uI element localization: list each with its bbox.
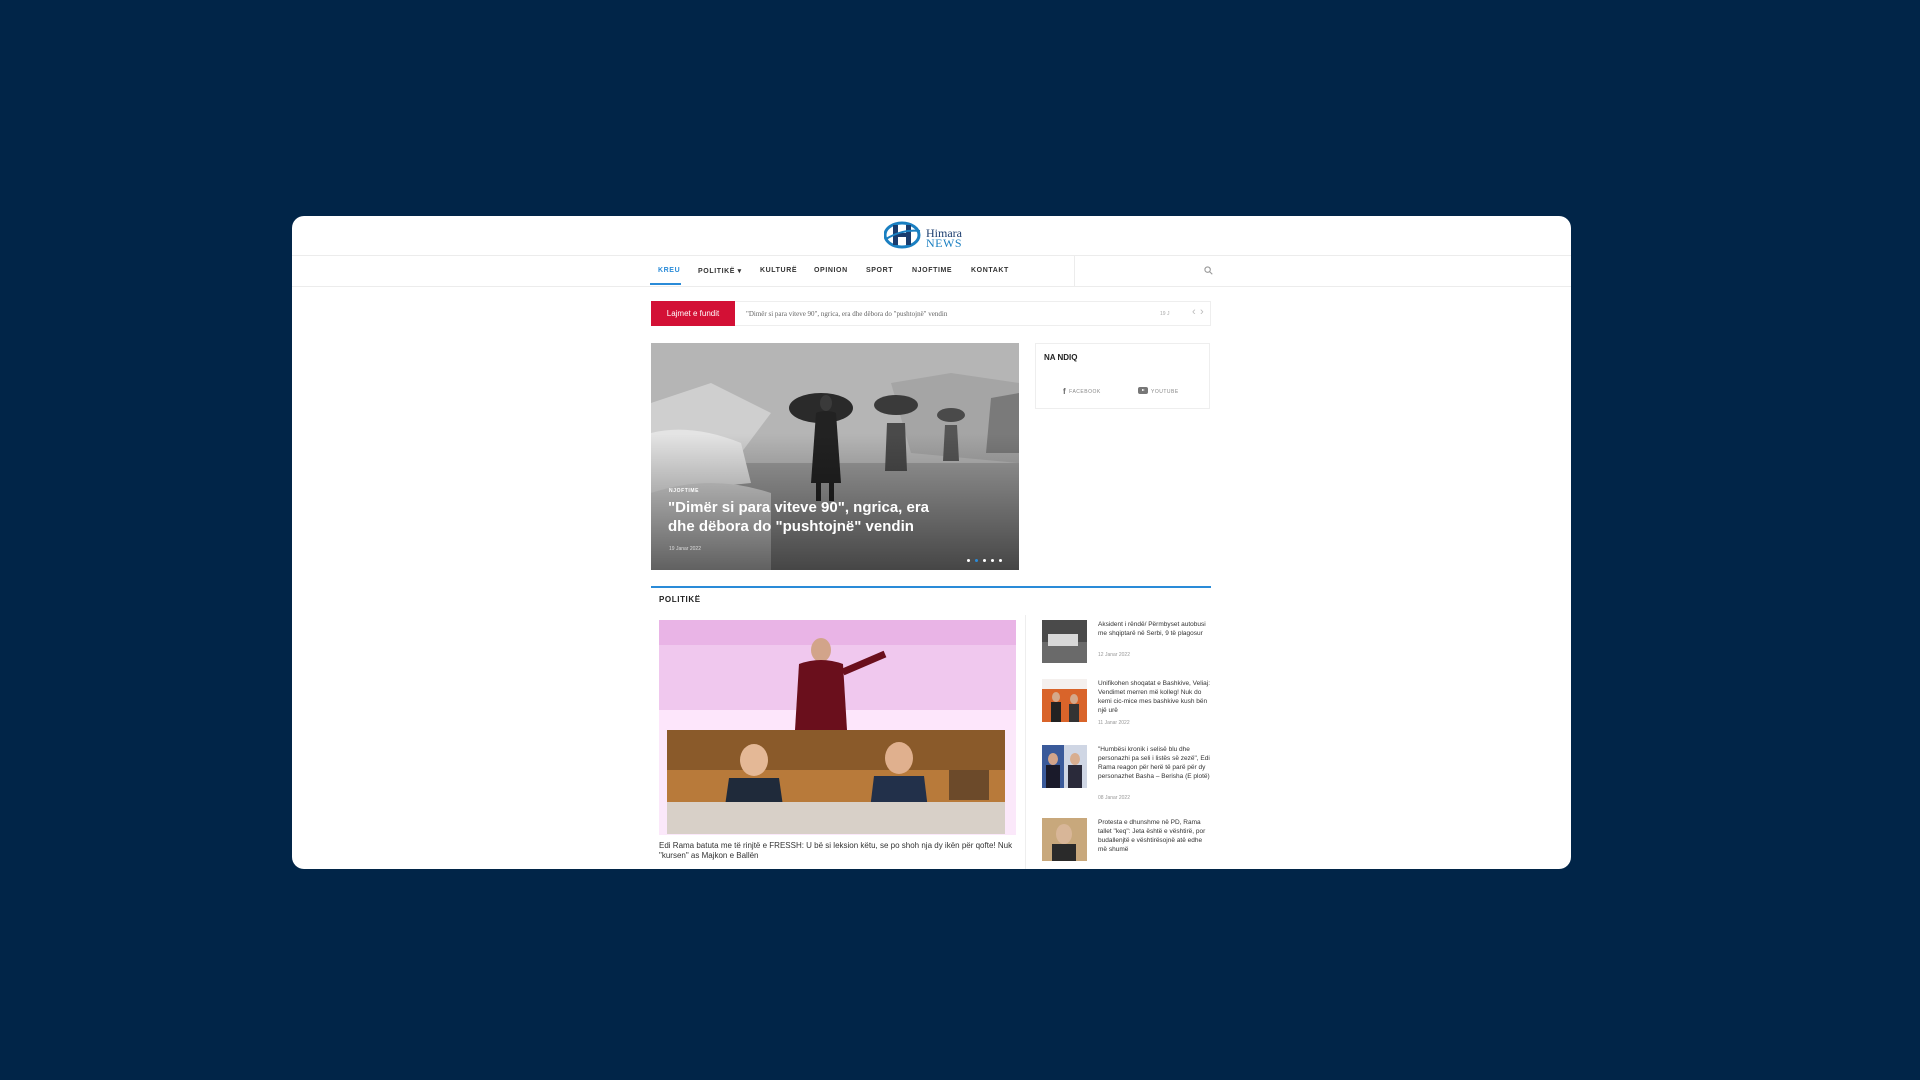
nav-item-njoftime[interactable]: NJOFTIME	[912, 267, 952, 274]
logo-icon	[884, 221, 921, 249]
article-thumbnail	[1042, 745, 1087, 788]
nav-item-kreu[interactable]: KREU	[658, 267, 680, 274]
logo-text-news: NEWS	[926, 236, 962, 250]
facebook-link[interactable]: f FACEBOOK	[1063, 387, 1101, 396]
hero-slider[interactable]: NJOFTIME "Dimër si para viteve 90", ngri…	[651, 343, 1019, 570]
slider-dot[interactable]	[999, 559, 1002, 562]
slider-dot[interactable]	[967, 559, 970, 562]
main-nav: KREU POLITIKË ▾ KULTURË OPINION SPORT NJ…	[292, 256, 1571, 287]
facebook-label: FACEBOOK	[1069, 389, 1101, 395]
article-title[interactable]: Unifikohen shoqatat e Bashkive, Veliaj: …	[1098, 679, 1210, 715]
ticker-headline[interactable]: "Dimër si para viteve 90", ngrica, era d…	[746, 310, 947, 318]
hero-title[interactable]: "Dimër si para viteve 90", ngrica, era d…	[668, 498, 938, 536]
header: Himara NEWS	[292, 216, 1571, 256]
nav-item-kontakt[interactable]: KONTAKT	[971, 267, 1009, 274]
follow-widget: NA NDIQ f FACEBOOK YOUTUBE	[1035, 343, 1210, 409]
nav-item-politike-label: POLITIKË	[698, 268, 736, 275]
youtube-link[interactable]: YOUTUBE	[1138, 387, 1179, 395]
article-thumbnail	[1042, 679, 1087, 722]
slider-dot[interactable]	[991, 559, 994, 562]
section-divider	[651, 586, 1211, 588]
search-icon[interactable]	[1204, 266, 1213, 275]
nav-item-sport[interactable]: SPORT	[866, 267, 893, 274]
youtube-icon	[1138, 387, 1148, 394]
chevron-left-icon[interactable]: ‹	[1192, 306, 1196, 318]
article-title[interactable]: "Humbësi kronik i selisë blu dhe persona…	[1098, 745, 1210, 781]
featured-article-caption[interactable]: Edi Rama batuta me të rinjtë e FRESSH: U…	[659, 841, 1016, 861]
youtube-label: YOUTUBE	[1151, 389, 1179, 395]
ticker-date: 19 J	[1160, 311, 1170, 317]
site-logo[interactable]: Himara NEWS	[884, 221, 976, 250]
nav-item-kulture[interactable]: KULTURË	[760, 267, 797, 274]
featured-article-image	[659, 620, 1016, 835]
nav-item-opinion[interactable]: OPINION	[814, 267, 848, 274]
nav-item-politike[interactable]: POLITIKË ▾	[698, 267, 742, 275]
facebook-icon: f	[1063, 387, 1067, 396]
slider-dot[interactable]	[983, 559, 986, 562]
slider-dots	[967, 549, 1007, 567]
article-date: 12 Janar 2022	[1098, 652, 1130, 658]
slider-dot-active[interactable]	[975, 559, 978, 562]
hero-date: 19 Janar 2022	[669, 546, 701, 552]
section-title[interactable]: POLITIKË	[659, 595, 701, 604]
article-thumbnail	[1042, 620, 1087, 663]
active-nav-indicator	[650, 283, 681, 285]
breaking-news-ticker: Lajmet e fundit "Dimër si para viteve 90…	[651, 301, 1211, 326]
browser-page: Himara NEWS KREU POLITIKË ▾ KULTURË OPIN…	[292, 216, 1571, 869]
ticker-label: Lajmet e fundit	[651, 301, 735, 326]
hero-category[interactable]: NJOFTIME	[669, 488, 699, 494]
article-date: 08 Janar 2022	[1098, 795, 1130, 801]
article-title[interactable]: Protesta e dhunshme në PD, Rama tallet "…	[1098, 818, 1210, 854]
follow-title: NA NDIQ	[1044, 353, 1078, 362]
article-date: 11 Janar 2022	[1098, 720, 1130, 726]
chevron-right-icon[interactable]: ›	[1200, 306, 1204, 318]
article-thumbnail	[1042, 818, 1087, 861]
chevron-down-icon: ▾	[737, 268, 742, 275]
featured-article[interactable]: Edi Rama batuta me të rinjtë e FRESSH: U…	[651, 615, 1026, 869]
article-title[interactable]: Aksident i rëndë/ Përmbyset autobusi me …	[1098, 620, 1210, 638]
nav-divider	[1074, 256, 1075, 286]
